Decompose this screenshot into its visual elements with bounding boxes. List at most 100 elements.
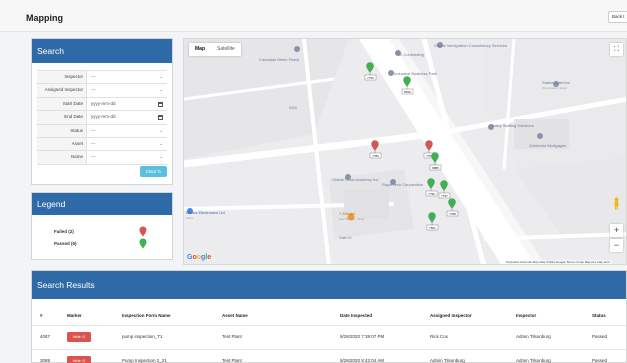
- page-header: Mapping Back t: [0, 0, 627, 32]
- field-value: ---: [91, 140, 96, 146]
- results-panel: Search Results # Marker Inspection Form Na…: [31, 270, 627, 363]
- cell-form-name: Pump Inspection 2_21: [122, 358, 167, 363]
- hide-marker-button[interactable]: Hide ⊙: [67, 332, 91, 342]
- cell-inspector: Admin Tilsonburg: [516, 334, 551, 339]
- map-type-tabs: Map Satellite: [189, 43, 241, 56]
- search-label: Asset: [37, 137, 87, 151]
- table-row: [32, 349, 627, 350]
- column-header-status[interactable]: Status: [592, 313, 606, 318]
- search-row-assigned-inspector: Assigned Inspector --- ⌄: [37, 84, 167, 98]
- search-panel: Search Inspector --- ⌄ Assigned Inspector --…: [31, 38, 173, 185]
- cell-status: Passed: [592, 358, 608, 363]
- search-row-name: Name --- ⌄: [37, 151, 167, 165]
- place-station-interiors-sub: Temporarily closed: [542, 86, 567, 90]
- cell-assigned: Admin Tilsonburg: [430, 358, 465, 363]
- chevron-down-icon: ⌄: [159, 87, 163, 93]
- search-label: Assigned Inspector: [37, 84, 87, 97]
- tab-satellite[interactable]: Satellite: [211, 43, 241, 56]
- road-label: Gate 20: [339, 236, 352, 240]
- chevron-down-icon: ⌄: [159, 127, 163, 133]
- marker-label: 7821: [429, 226, 436, 230]
- clear-button[interactable]: Clear ↻: [140, 166, 167, 177]
- place-nexus-sub: Store: [186, 216, 194, 220]
- column-header-inspector[interactable]: Inspector: [516, 313, 536, 318]
- marker-label: 7752: [367, 76, 374, 80]
- back-button[interactable]: Back t: [608, 11, 627, 23]
- select-field[interactable]: --- ⌄: [87, 84, 167, 96]
- place-tc-contracting: TC Contracting: [397, 52, 424, 57]
- column-header-date[interactable]: Date Inspected: [340, 313, 372, 318]
- marker-label: 7796: [428, 192, 435, 196]
- place-seven-eleven: 7-Eleven: [339, 211, 355, 216]
- column-header-assigned[interactable]: Assigned Inspector: [430, 313, 472, 318]
- column-header-form-name[interactable]: Inspection Form Name: [122, 313, 171, 318]
- cell-date: 8/28/2020 8:42:04 AM: [340, 358, 385, 363]
- column-header-id[interactable]: #: [40, 313, 43, 318]
- hide-marker-button[interactable]: Hide ⊙: [67, 356, 91, 363]
- legend-failed-label: Failed (2): [54, 229, 74, 234]
- google-logo: Google: [187, 254, 212, 261]
- legend-passed-label: Passed (6): [54, 241, 77, 246]
- pegman-icon[interactable]: [612, 197, 621, 210]
- chevron-down-icon: ⌄: [159, 74, 163, 79]
- marker-label: 8885: [432, 166, 439, 170]
- marker-label: 8816: [404, 90, 411, 94]
- cell-id: 4087: [40, 334, 51, 339]
- select-field[interactable]: --- ⌄: [87, 125, 167, 137]
- cell-inspector: Admin Tilsonburg: [516, 358, 551, 363]
- chevron-down-icon: ⌄: [159, 154, 163, 160]
- marker-label: 7788: [449, 212, 456, 216]
- search-label: Start Date: [37, 97, 87, 111]
- search-label: Status: [37, 124, 87, 137]
- search-row-status: Status --- ⌄: [37, 124, 167, 138]
- cell-asset: Test Plant: [222, 334, 242, 339]
- select-field[interactable]: --- ⌄: [87, 151, 167, 163]
- search-row-end-date: End Date yyyy-mm-dd: [37, 111, 167, 125]
- date-field[interactable]: yyyy-mm-dd: [87, 111, 167, 123]
- search-label: Name: [37, 151, 87, 164]
- legend-title: Legend: [32, 193, 172, 215]
- place-station-interiors: Station Interiors: [542, 80, 570, 85]
- cell-asset: Test Plant: [222, 358, 242, 363]
- column-header-asset[interactable]: Asset Name: [222, 313, 248, 318]
- tab-map[interactable]: Map: [189, 43, 211, 56]
- calendar-icon[interactable]: [158, 115, 163, 121]
- place-canadian-metro: Canadian Metro Finish: [259, 57, 299, 62]
- table-row: [32, 325, 627, 326]
- failed-pin-icon: [139, 226, 147, 237]
- search-row-asset: Asset --- ⌄: [37, 137, 167, 152]
- calendar-icon[interactable]: [158, 101, 163, 107]
- place-goldcrest: Goldcrest Mortgages: [529, 143, 566, 148]
- select-field[interactable]: --- ⌄: [87, 71, 167, 83]
- zoom-out-button[interactable]: −: [610, 239, 623, 252]
- field-value: yyyy-mm-dd: [91, 114, 116, 120]
- results-title: Search Results: [32, 271, 626, 299]
- cell-id: 3089: [40, 358, 51, 363]
- place-valley-staffing: Valley Staffing Solutions: [491, 123, 534, 128]
- search-label: End Date: [37, 111, 87, 124]
- place-seven-eleven-sub: Gas Station · Shop: [339, 217, 365, 221]
- place-rupa-tech: Rupa Tech Corporation: [382, 182, 423, 187]
- map-attribution[interactable]: Keyboard shortcuts Map data ©2021 Google…: [504, 260, 613, 264]
- page-title: Mapping: [26, 13, 63, 23]
- place-industrial-park: Industrial Business Park: [394, 71, 437, 76]
- marker-label: 7780: [372, 154, 379, 158]
- cell-assigned: Rick Cox: [430, 334, 449, 339]
- column-header-marker[interactable]: Marker: [67, 313, 82, 318]
- date-field[interactable]: yyyy-mm-dd: [87, 98, 167, 110]
- marker-label: 7797: [441, 194, 448, 198]
- field-value: ---: [91, 87, 96, 93]
- cell-form-name: pump inspection_T1: [122, 334, 163, 339]
- block-label: 9400: [289, 106, 297, 110]
- map-canvas[interactable]: Canadian Metro Finish TC Contracting Glo…: [184, 39, 627, 265]
- place-global-truck: Global Truck Academy Inc: [332, 177, 378, 182]
- field-value: ---: [91, 154, 96, 160]
- chevron-down-icon: ⌄: [159, 140, 163, 146]
- zoom-in-button[interactable]: +: [610, 224, 623, 237]
- select-field[interactable]: --- ⌄: [87, 138, 167, 150]
- fullscreen-icon[interactable]: ⛶: [610, 43, 623, 56]
- cell-status: Passed: [592, 334, 608, 339]
- search-panel-title: Search: [32, 39, 172, 63]
- search-row-inspector: Inspector --- ⌄: [37, 71, 167, 85]
- map-view[interactable]: Canadian Metro Finish TC Contracting Glo…: [183, 38, 627, 265]
